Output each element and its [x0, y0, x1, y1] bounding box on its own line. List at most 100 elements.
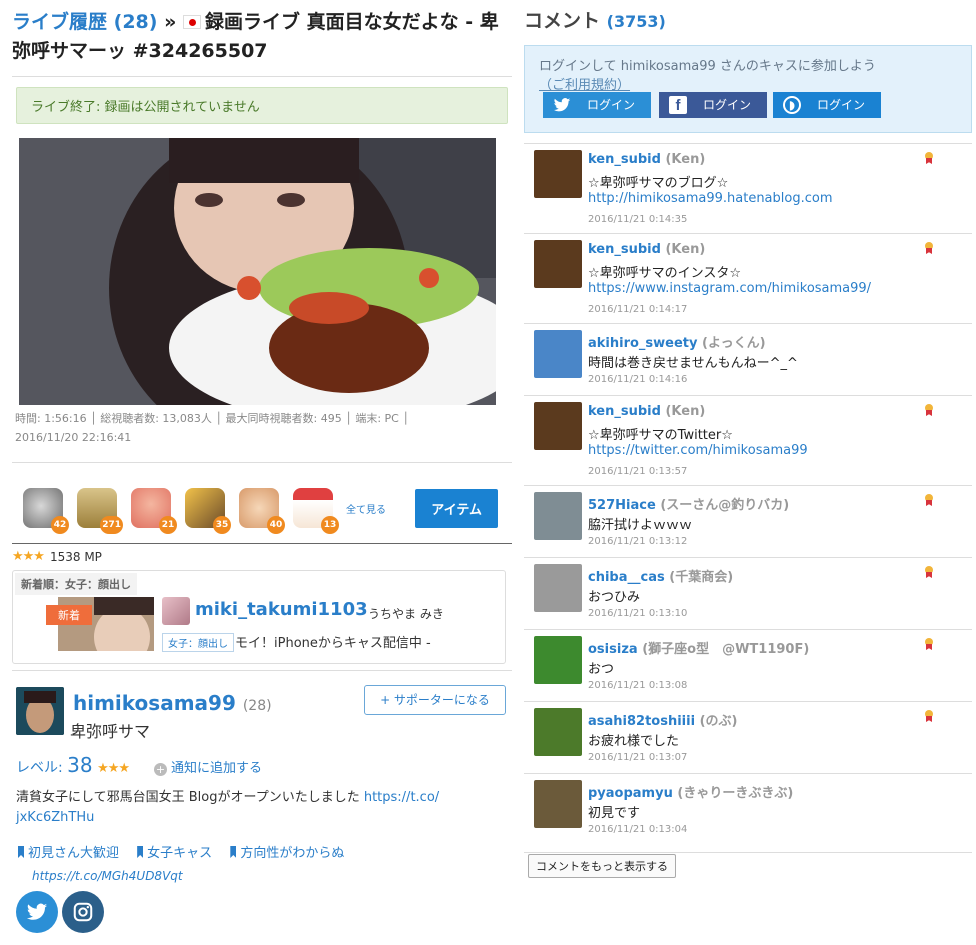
new-live-box: 新着順：女子：顔出し 新着 miki_takumi1103 うちやま みき 女子…: [12, 570, 506, 664]
commenter-name[interactable]: ken_subid (Ken): [588, 242, 705, 257]
more-comments-button[interactable]: コメントをもっと表示する: [528, 854, 676, 878]
comment-item: 527Hiace (スーさん@釣りバカ) 脇汗拭けよｗｗｗ 2016/11/21 0…: [524, 486, 972, 558]
see-all-items-link[interactable]: 全て見る: [346, 501, 386, 516]
comment-text: ☆卑弥呼サマのTwitter☆: [588, 428, 733, 443]
item-bar: 42 271 21 35 40 13 全て見る アイテム: [12, 475, 512, 541]
supporter-badge-icon: [924, 638, 934, 650]
comment-text: ☆卑弥呼サマのブログ☆: [588, 176, 729, 191]
commenter-avatar[interactable]: [534, 636, 582, 684]
commenter-id: pyaopamyu: [588, 786, 673, 801]
supporter-badge-icon: [924, 566, 934, 578]
commenter-avatar[interactable]: [534, 780, 582, 828]
comment-item: asahi82toshiiii (のぶ) お疲れ様でした 2016/11/21 0:…: [524, 702, 972, 774]
add-notification-link[interactable]: + 通知に追加する: [154, 757, 262, 776]
item-count: 35: [213, 516, 231, 534]
comment-time: 2016/11/21 0:14:16: [588, 374, 688, 385]
new-live-avatar[interactable]: [162, 597, 190, 625]
commenter-name[interactable]: ken_subid (Ken): [588, 404, 705, 419]
broadcaster-bio: 清貧女子にして邪馬台国女王 Blogがオープンいたしました https://t.…: [16, 788, 456, 828]
tag-item[interactable]: 方向性がわからぬ: [230, 846, 344, 861]
commenter-avatar[interactable]: [534, 564, 582, 612]
profile-link[interactable]: https://t.co/MGh4UD8Vqt: [32, 869, 183, 883]
commenter-name[interactable]: pyaopamyu (きゃりーきぶきぶ): [588, 782, 793, 801]
commenter-avatar[interactable]: [534, 150, 582, 198]
commenter-name[interactable]: ken_subid (Ken): [588, 152, 705, 167]
commenter-avatar[interactable]: [534, 708, 582, 756]
comment-link[interactable]: https://twitter.com/himikosama99: [588, 443, 808, 458]
live-stats-date: 2016/11/20 22:16:41: [15, 431, 132, 444]
twitter-login-button[interactable]: ログイン: [543, 92, 651, 118]
twitcasting-login-label: ログイン: [816, 98, 865, 112]
commenter-avatar[interactable]: [534, 492, 582, 540]
live-ended-notice: ライブ終了: 録画は公開されていません: [16, 87, 508, 124]
comment-time: 2016/11/21 0:13:10: [588, 608, 688, 619]
tag-item[interactable]: 女子キャス: [137, 846, 212, 861]
bio-link-part1: https://t.co/: [363, 790, 440, 805]
instagram-icon[interactable]: [62, 891, 104, 933]
commenter-id: asahi82toshiiii: [588, 714, 696, 729]
commenter-id: chiba__cas: [588, 570, 665, 585]
comment-item: ken_subid (Ken) ☆卑弥呼サマのTwitter☆ https://tw…: [524, 396, 972, 486]
commenter-name[interactable]: asahi82toshiiii (のぶ): [588, 710, 737, 729]
comment-item: chiba__cas (千葉商会) おつひみ 2016/11/21 0:13:10: [524, 558, 972, 630]
party-popper-icon[interactable]: 35: [185, 488, 231, 534]
instagram-camera-icon: [73, 902, 93, 922]
new-live-category[interactable]: 女子：顔出し: [162, 633, 234, 652]
twitter-icon[interactable]: [16, 891, 58, 933]
mp-row: ★★★ 1538 MP: [12, 543, 512, 564]
broadcaster-profile: himikosama99 (28) 卑弥呼サマ + サポーターになる レベル: …: [12, 677, 512, 945]
divider: [12, 462, 512, 463]
comment-link[interactable]: http://himikosama99.hatenablog.com: [588, 191, 833, 206]
video-thumbnail[interactable]: [19, 138, 496, 405]
tea-icon[interactable]: 271: [77, 488, 123, 534]
twitter-icon: [553, 96, 571, 114]
comment-item: pyaopamyu (きゃりーきぶきぶ) 初見です 2016/11/21 0:13:…: [524, 774, 972, 853]
terms-link[interactable]: （ご利用規約）: [539, 78, 630, 93]
comments-count: (3753): [606, 12, 666, 31]
item-count: 40: [267, 516, 285, 534]
comments-title: コメント (3753): [524, 10, 972, 33]
tag-item[interactable]: 初見さん大歓迎: [18, 846, 119, 861]
twitcasting-login-button[interactable]: ◗ ログイン: [773, 92, 881, 118]
commenter-name[interactable]: osisiza (獅子座o型 @WT1190F): [588, 638, 809, 657]
comment-list: ken_subid (Ken) ☆卑弥呼サマのブログ☆ http://himikos…: [524, 143, 972, 853]
commenter-display-name: (Ken): [665, 242, 706, 257]
cake-icon[interactable]: 13: [293, 488, 339, 534]
comment-item: akihiro_sweety (よっくん) 時間は巻き戻せませんもんねー^_^ 20…: [524, 324, 972, 396]
become-supporter-button[interactable]: + サポーターになる: [364, 685, 506, 715]
broadcaster-avatar[interactable]: [16, 687, 64, 735]
clap-icon[interactable]: 40: [239, 488, 285, 534]
broadcaster-display-name: 卑弥呼サマ: [70, 722, 151, 741]
comment-link[interactable]: https://www.instagram.com/himikosama99/: [588, 281, 871, 296]
new-live-title[interactable]: モイ！iPhoneからキャス配信中 -: [235, 632, 431, 651]
tag-list: 初見さん大歓迎 女子キャス 方向性がわからぬ: [18, 842, 358, 861]
commenter-avatar[interactable]: [534, 240, 582, 288]
peach-icon[interactable]: 21: [131, 488, 177, 534]
commenter-name[interactable]: 527Hiace (スーさん@釣りバカ): [588, 494, 789, 513]
bookmark-icon: [230, 846, 237, 858]
comment-text: ☆卑弥呼サマのインスタ☆: [588, 266, 742, 281]
bookmark-icon: [137, 846, 144, 858]
coin-icon[interactable]: 42: [23, 488, 69, 534]
item-button[interactable]: アイテム: [415, 488, 498, 528]
live-history-link[interactable]: ライブ履歴 (28): [12, 11, 157, 33]
video-image: [19, 138, 496, 405]
supporter-badge-icon: [924, 242, 934, 254]
item-count: 21: [159, 516, 177, 534]
supporter-badge-icon: [924, 152, 934, 164]
facebook-login-button[interactable]: f ログイン: [659, 92, 767, 118]
commenter-name[interactable]: akihiro_sweety (よっくん): [588, 332, 766, 351]
new-live-username[interactable]: miki_takumi1103: [195, 599, 368, 620]
commenter-name[interactable]: chiba__cas (千葉商会): [588, 566, 733, 585]
facebook-icon: f: [669, 96, 687, 114]
commenter-id: ken_subid: [588, 242, 661, 257]
comment-time: 2016/11/21 0:13:12: [588, 536, 688, 547]
notify-label: 通知に追加する: [171, 761, 263, 776]
commenter-id: ken_subid: [588, 152, 661, 167]
commenter-avatar[interactable]: [534, 402, 582, 450]
broadcaster-name[interactable]: himikosama99 (28): [73, 691, 272, 715]
broadcaster-count: (28): [242, 698, 272, 714]
commenter-avatar[interactable]: [534, 330, 582, 378]
divider: [12, 76, 512, 77]
comment-text: 脇汗拭けよｗｗｗ: [588, 518, 693, 533]
